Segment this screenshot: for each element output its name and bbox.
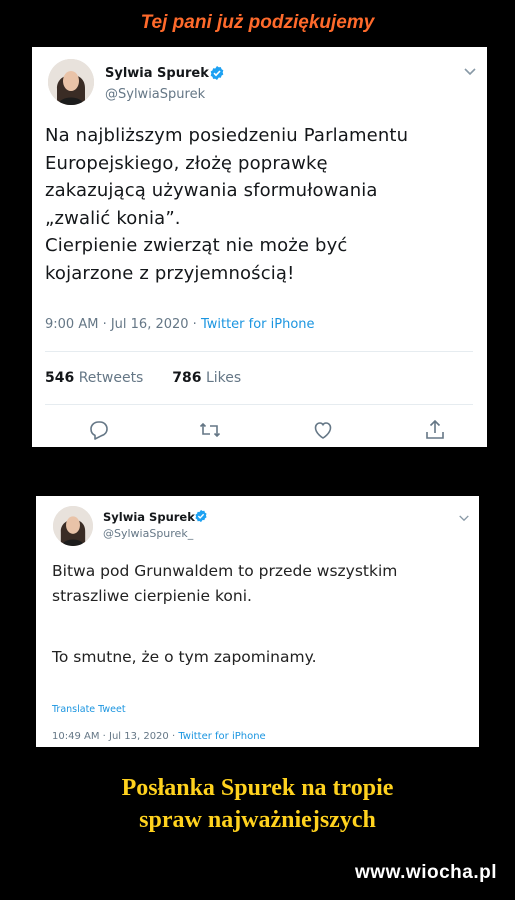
author-name[interactable]: Sylwia Spurek — [105, 66, 209, 81]
tweet-card-2[interactable]: Sylwia Spurek @SylwiaSpurek_ Bitwa pod G… — [36, 496, 479, 747]
author-handle[interactable]: @SylwiaSpurek — [105, 87, 205, 102]
tweet-text-paragraph-2: To smutne, że o tym zapominamy. — [52, 648, 317, 666]
verified-badge-icon — [195, 509, 207, 523]
tweet-source-link[interactable]: Twitter for iPhone — [201, 317, 315, 332]
avatar[interactable] — [53, 506, 93, 546]
tweet-card-1[interactable]: Sylwia Spurek @SylwiaSpurek Na najbliższ… — [32, 47, 487, 447]
retweets-label: Retweets — [78, 370, 144, 386]
site-watermark: www.wiocha.pl — [355, 862, 497, 883]
likes-stat[interactable]: 786 Likes — [172, 370, 241, 386]
tweet-source-link[interactable]: Twitter for iPhone — [178, 731, 265, 742]
tweet-time-date[interactable]: 10:49 AM · Jul 13, 2020 · — [52, 731, 178, 742]
share-icon[interactable] — [423, 418, 447, 442]
author-handle[interactable]: @SylwiaSpurek_ — [103, 527, 193, 540]
divider — [45, 404, 473, 405]
header-caption: Tej pani już podziękujemy — [140, 12, 375, 33]
chevron-down-icon[interactable] — [463, 67, 477, 77]
like-icon[interactable] — [311, 418, 335, 442]
likes-count: 786 — [172, 370, 202, 386]
author-name[interactable]: Sylwia Spurek — [103, 510, 195, 524]
footer-caption: Posłanka Spurek na tropie spraw najważni… — [121, 775, 394, 833]
translate-tweet-link[interactable]: Translate Tweet — [52, 704, 126, 715]
tweet-time-date[interactable]: 9:00 AM · Jul 16, 2020 · — [45, 317, 201, 332]
divider — [45, 351, 473, 352]
retweet-icon[interactable] — [198, 418, 222, 442]
tweet-text: Na najbliższym posiedzeniu Parlamentu Eu… — [45, 125, 409, 284]
retweets-count: 546 — [45, 370, 75, 386]
tweet-text-paragraph-1: Bitwa pod Grunwaldem to przede wszystkim… — [52, 562, 398, 605]
tweet-timestamp: 10:49 AM · Jul 13, 2020 · Twitter for iP… — [52, 731, 266, 742]
chevron-down-icon[interactable] — [458, 514, 470, 523]
retweets-stat[interactable]: 546 Retweets — [45, 370, 143, 386]
verified-badge-icon — [210, 66, 224, 80]
likes-label: Likes — [205, 370, 242, 386]
avatar[interactable] — [48, 59, 94, 105]
tweet-timestamp: 9:00 AM · Jul 16, 2020 · Twitter for iPh… — [45, 317, 315, 332]
tweet-stats: 546 Retweets 786 Likes — [45, 370, 241, 386]
reply-icon[interactable] — [87, 418, 111, 442]
